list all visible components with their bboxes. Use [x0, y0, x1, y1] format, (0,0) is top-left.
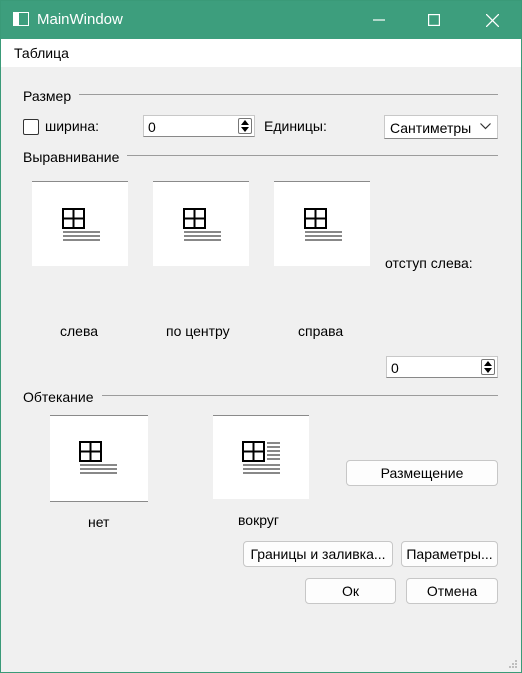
align-left-tile[interactable]	[32, 181, 128, 266]
chevron-down-icon	[480, 123, 491, 130]
wrap-none-tile[interactable]	[50, 415, 148, 502]
maximize-icon	[428, 14, 440, 26]
size-section-divider	[23, 94, 498, 95]
window-title: MainWindow	[37, 11, 123, 28]
table-align-left-icon	[62, 208, 100, 241]
maximize-button[interactable]	[411, 1, 457, 39]
width-spinbox[interactable]: 0	[143, 115, 255, 137]
indent-spinbox[interactable]: 0	[386, 356, 498, 378]
app-icon	[13, 12, 29, 26]
minimize-button[interactable]	[356, 1, 402, 39]
units-value: Сантиметры	[390, 120, 472, 136]
spin-up-icon[interactable]	[482, 360, 494, 367]
table-align-center-icon	[183, 208, 221, 241]
align-right-label: справа	[298, 323, 344, 339]
resize-grip-icon[interactable]	[508, 659, 518, 669]
spin-down-icon[interactable]	[482, 367, 494, 374]
wrap-section-title: Обтекание	[23, 389, 102, 405]
indent-spin-arrows[interactable]	[481, 359, 495, 375]
spin-down-icon[interactable]	[239, 126, 251, 133]
indent-label: отступ слева:	[385, 255, 473, 271]
align-center-label: по центру	[166, 323, 230, 339]
minimize-icon	[373, 19, 385, 21]
borders-fill-button[interactable]: Границы и заливка...	[243, 541, 393, 567]
units-combobox[interactable]: Сантиметры	[384, 115, 498, 139]
align-right-tile[interactable]	[274, 181, 370, 266]
align-center-tile[interactable]	[153, 181, 249, 266]
ok-button[interactable]: Ок	[305, 578, 396, 604]
title-bar: MainWindow	[1, 1, 521, 39]
cancel-button[interactable]: Отмена	[406, 578, 498, 604]
wrap-none-icon	[79, 441, 117, 474]
alignment-section-title: Выравнивание	[23, 149, 128, 165]
wrap-around-label: вокруг	[238, 512, 279, 528]
menu-item-table[interactable]: Таблица	[14, 45, 69, 61]
menu-bar: Таблица	[1, 39, 521, 67]
indent-value: 0	[391, 360, 399, 376]
wrap-none-label: нет	[88, 514, 110, 530]
align-left-label: слева	[60, 323, 99, 339]
width-value: 0	[148, 119, 156, 135]
units-label: Единицы:	[264, 118, 327, 134]
close-button[interactable]	[469, 1, 515, 39]
wrap-around-tile[interactable]	[213, 415, 309, 499]
width-spin-arrows[interactable]	[238, 118, 252, 134]
width-checkbox-label: ширина:	[45, 118, 100, 134]
width-checkbox[interactable]	[23, 119, 39, 135]
spin-up-icon[interactable]	[239, 119, 251, 126]
table-align-right-icon	[304, 208, 342, 241]
wrap-around-icon	[242, 441, 280, 474]
placement-button[interactable]: Размещение	[346, 460, 498, 486]
close-icon	[485, 13, 499, 27]
parameters-button[interactable]: Параметры...	[401, 541, 498, 567]
size-section-title: Размер	[23, 88, 80, 104]
main-window: MainWindow Таблица Размер ширина: 0 Един…	[0, 0, 522, 673]
